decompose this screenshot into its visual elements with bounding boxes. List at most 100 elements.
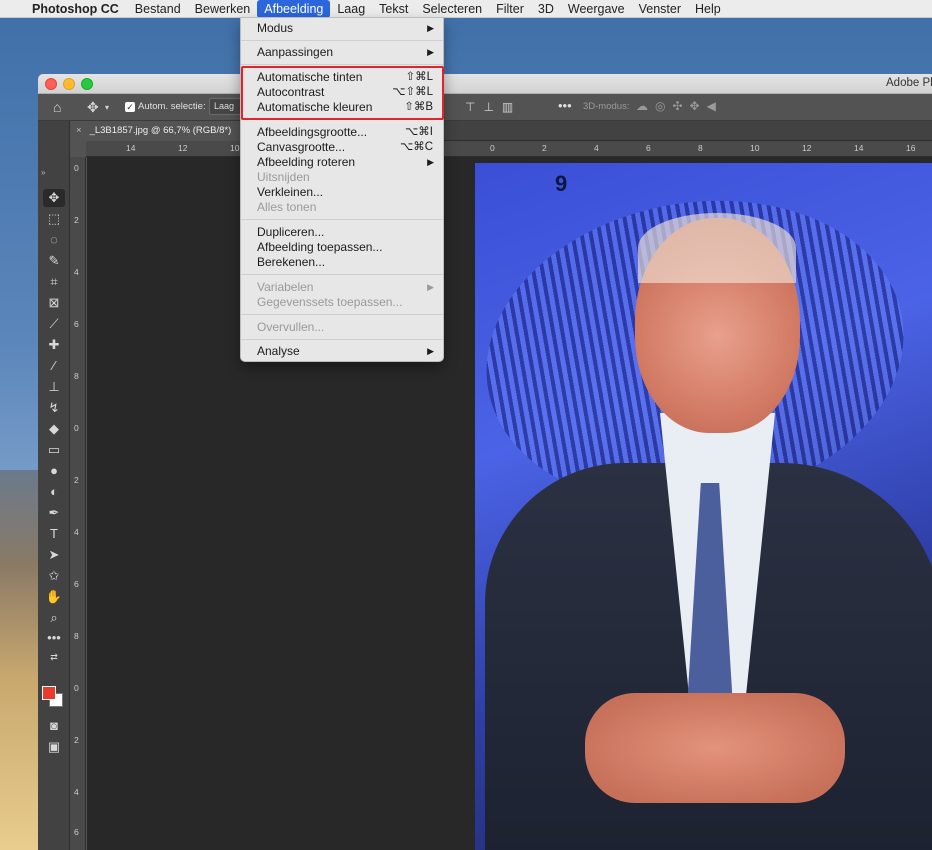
ruler-label: 0 [74, 423, 79, 433]
lasso-tool-icon[interactable]: ◌ [43, 231, 65, 249]
ruler-label: 16 [906, 143, 916, 153]
close-window-button[interactable] [45, 78, 57, 90]
auto-select-label: Autom. selectie: [138, 101, 206, 112]
home-icon[interactable]: ⌂ [53, 99, 61, 115]
crop-tool-icon[interactable]: ⌗ [43, 273, 65, 291]
swap-colors-icon[interactable]: ⇄ [43, 648, 65, 666]
menu-item-alles-tonen: Alles tonen [241, 200, 443, 215]
dodge-tool-icon[interactable]: ◐ [43, 483, 65, 501]
tools-panel: » ✥ ⬚ ◌ ✎ ⌗ ⊠ ⟋ ✚ ⁄ ⊥ ↯ ◆ ▭ ● ◐ ✒ T ➤ ✩ … [38, 121, 70, 850]
ruler-label: 12 [802, 143, 812, 153]
submenu-arrow-icon: ▶ [427, 47, 434, 57]
quick-mask-icon[interactable]: ◙ [43, 717, 65, 735]
clone-stamp-tool-icon[interactable]: ⊥ [43, 378, 65, 396]
menu-bestand[interactable]: Bestand [128, 0, 188, 18]
ruler-label: 2 [542, 143, 547, 153]
ruler-label: 12 [178, 143, 188, 153]
window-title: Adobe Ph [886, 77, 932, 89]
vertical-ruler: 0 2 4 6 8 0 2 4 6 8 0 2 4 6 [70, 157, 86, 850]
more-tools-icon[interactable]: ••• [43, 629, 65, 647]
ruler-label: 2 [74, 475, 79, 485]
menu-item-modus[interactable]: Modus ▶ [241, 21, 443, 36]
menu-separator [241, 339, 443, 340]
menu-item-afbeeldingsgrootte[interactable]: Afbeeldingsgrootte... ⌥⌘I [241, 125, 443, 140]
menu-item-label: Verkleinen... [257, 185, 324, 199]
ruler-label: 10 [750, 143, 760, 153]
menu-item-canvasgrootte[interactable]: Canvasgrootte... ⌥⌘C [241, 140, 443, 155]
document-tab[interactable]: × _L3B1857.jpg @ 66,7% (RGB/8*) [70, 121, 242, 141]
menu-tekst[interactable]: Tekst [372, 0, 415, 18]
menu-help[interactable]: Help [688, 0, 728, 18]
menu-bewerken[interactable]: Bewerken [188, 0, 258, 18]
menu-item-shortcut: ⌥⌘C [399, 141, 433, 153]
eyedropper-tool-icon[interactable]: ⟋ [43, 315, 65, 333]
menu-weergave[interactable]: Weergave [561, 0, 632, 18]
zoom-tool-icon[interactable]: ⌕ [43, 609, 65, 627]
window-titlebar[interactable]: Adobe Ph [38, 74, 932, 94]
menu-item-gegevenssets-toepassen: Gegevenssets toepassen... [241, 295, 443, 310]
minimize-window-button[interactable] [63, 78, 75, 90]
blur-tool-icon[interactable]: ● [43, 462, 65, 480]
menu-item-analyse[interactable]: Analyse ▶ [241, 344, 443, 359]
menu-separator [241, 64, 443, 65]
more-options-icon[interactable]: ••• [558, 98, 572, 113]
menu-item-afbeelding-toepassen[interactable]: Afbeelding toepassen... [241, 240, 443, 255]
menu-item-afbeelding-roteren[interactable]: Afbeelding roteren ▶ [241, 155, 443, 170]
align-icons[interactable]: ⊤⊥▥ [465, 100, 521, 114]
options-bar: ⌂ ✥ ▾ ✓ Autom. selectie: Laag ⊤⊥▥ ••• 3D… [38, 94, 932, 121]
submenu-arrow-icon: ▶ [427, 157, 434, 167]
screen-mode-icon[interactable]: ▣ [43, 738, 65, 756]
document-photo[interactable]: 9 [475, 163, 932, 850]
type-tool-icon[interactable]: T [43, 525, 65, 543]
pen-tool-icon[interactable]: ✒ [43, 504, 65, 522]
chevron-down-icon[interactable]: ▾ [105, 103, 109, 112]
move-tool-icon[interactable]: ✥ [43, 189, 65, 207]
3d-tools-icons[interactable]: ☁◎✣✥◀ [636, 99, 723, 113]
ruler-label: 8 [698, 143, 703, 153]
menu-separator [241, 219, 443, 220]
marquee-tool-icon[interactable]: ⬚ [43, 210, 65, 228]
menu-item-shortcut: ⌥⌘I [405, 126, 433, 138]
menu-item-berekenen[interactable]: Berekenen... [241, 255, 443, 270]
auto-select-checkbox[interactable]: ✓ [125, 102, 135, 112]
path-select-tool-icon[interactable]: ➤ [43, 546, 65, 564]
menu-item-label: Afbeelding toepassen... [257, 240, 383, 254]
eraser-tool-icon[interactable]: ◆ [43, 420, 65, 438]
ruler-label: 6 [646, 143, 651, 153]
quick-select-tool-icon[interactable]: ✎ [43, 252, 65, 270]
hand-tool-icon[interactable]: ✋ [43, 588, 65, 606]
document-tab-label: _L3B1857.jpg @ 66,7% (RGB/8*) [89, 125, 232, 136]
ruler-label: 0 [490, 143, 495, 153]
photo-hands [585, 693, 845, 803]
menu-item-overvullen: Overvullen... [241, 320, 443, 335]
menu-item-verkleinen[interactable]: Verkleinen... [241, 185, 443, 200]
ruler-label: 14 [854, 143, 864, 153]
menu-item-label: Overvullen... [257, 320, 325, 334]
menu-item-label: Afbeelding roteren [257, 155, 356, 169]
move-tool-icon[interactable]: ✥ [87, 99, 99, 116]
brush-tool-icon[interactable]: ⁄ [43, 357, 65, 375]
auto-select-dropdown[interactable]: Laag [209, 98, 241, 115]
ruler-label: 4 [74, 787, 79, 797]
zoom-window-button[interactable] [81, 78, 93, 90]
menu-app-name[interactable]: Photoshop CC [24, 2, 128, 16]
menu-item-aanpassingen[interactable]: Aanpassingen ▶ [241, 45, 443, 60]
ruler-label: 6 [74, 319, 79, 329]
foreground-color-swatch[interactable] [42, 686, 56, 700]
horizontal-ruler: 14 12 10 8 6 4 2 0 2 4 6 8 10 12 14 16 [86, 141, 932, 157]
frame-tool-icon[interactable]: ⊠ [43, 294, 65, 312]
collapse-icon[interactable]: » [41, 168, 45, 177]
menu-venster[interactable]: Venster [632, 0, 688, 18]
ruler-label: 8 [74, 371, 79, 381]
menu-3d[interactable]: 3D [531, 0, 561, 18]
menu-selecteren[interactable]: Selecteren [415, 0, 489, 18]
menu-filter[interactable]: Filter [489, 0, 531, 18]
menu-item-dupliceren[interactable]: Dupliceren... [241, 225, 443, 240]
close-icon[interactable]: × [76, 125, 82, 136]
history-brush-tool-icon[interactable]: ↯ [43, 399, 65, 417]
healing-brush-tool-icon[interactable]: ✚ [43, 336, 65, 354]
menu-laag[interactable]: Laag [330, 0, 372, 18]
menu-afbeelding[interactable]: Afbeelding [257, 0, 331, 18]
gradient-tool-icon[interactable]: ▭ [43, 441, 65, 459]
shape-tool-icon[interactable]: ✩ [43, 567, 65, 585]
